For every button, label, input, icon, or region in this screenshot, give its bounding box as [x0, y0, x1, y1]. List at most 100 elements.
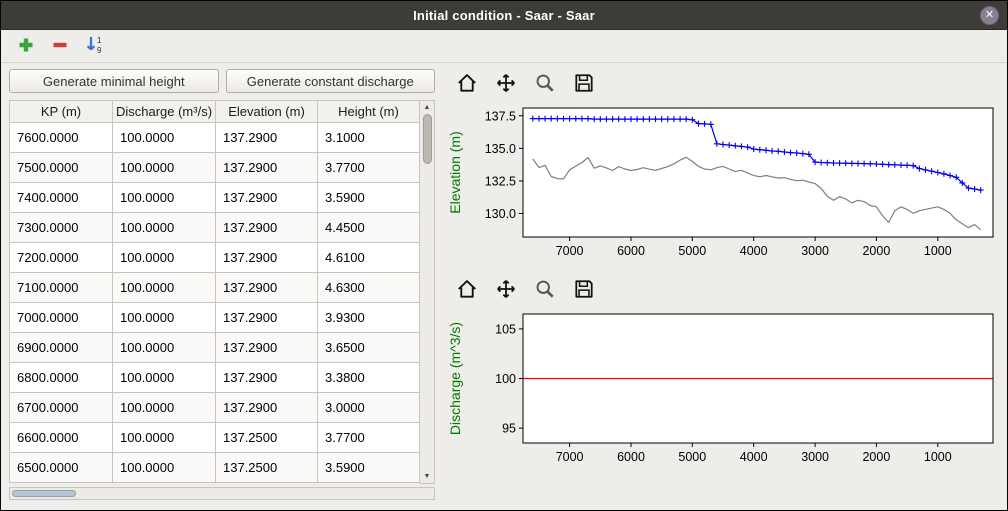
table-cell[interactable]: 3.7700	[318, 153, 420, 183]
table-cell[interactable]: 7300.0000	[10, 213, 113, 243]
generate-constant-discharge-button[interactable]: Generate constant discharge	[226, 69, 436, 93]
table-row[interactable]: 6700.0000100.0000137.29003.0000	[10, 393, 420, 423]
remove-row-button[interactable]	[47, 33, 73, 59]
table-cell[interactable]: 6800.0000	[10, 363, 113, 393]
table-cell[interactable]: 137.2500	[216, 453, 318, 483]
table-cell[interactable]: 3.7700	[318, 423, 420, 453]
table-cell[interactable]: 100.0000	[113, 183, 216, 213]
table-cell[interactable]: 3.5900	[318, 183, 420, 213]
table-cell[interactable]: 6500.0000	[10, 453, 113, 483]
table-cell[interactable]: 137.2900	[216, 243, 318, 273]
table-cell[interactable]: 7200.0000	[10, 243, 113, 273]
table-cell[interactable]: 6600.0000	[10, 423, 113, 453]
table-row[interactable]: 6600.0000100.0000137.25003.7700	[10, 423, 420, 453]
table-row[interactable]: 7300.0000100.0000137.29004.4500	[10, 213, 420, 243]
table-cell[interactable]: 100.0000	[113, 123, 216, 153]
table-cell[interactable]: 3.6500	[318, 333, 420, 363]
home-icon	[456, 72, 478, 97]
table-cell[interactable]: 3.5900	[318, 453, 420, 483]
close-button[interactable]: ✕	[980, 6, 999, 25]
discharge-pan-button[interactable]	[494, 278, 518, 302]
table-cell[interactable]: 137.2900	[216, 363, 318, 393]
table-cell[interactable]: 6900.0000	[10, 333, 113, 363]
table-cell[interactable]: 4.4500	[318, 213, 420, 243]
discharge-save-button[interactable]	[572, 278, 596, 302]
table-cell[interactable]: 137.2900	[216, 123, 318, 153]
table-row[interactable]: 7100.0000100.0000137.29004.6300	[10, 273, 420, 303]
table-cell[interactable]: 100.0000	[113, 333, 216, 363]
table-cell[interactable]: 100.0000	[113, 243, 216, 273]
table-row[interactable]: 7600.0000100.0000137.29003.1000	[10, 123, 420, 153]
horizontal-scrollbar[interactable]	[9, 487, 435, 500]
table-cell[interactable]: 137.2900	[216, 213, 318, 243]
table-cell[interactable]: 7000.0000	[10, 303, 113, 333]
scroll-down-icon[interactable]: ▼	[420, 470, 434, 483]
elevation-zoom-button[interactable]	[533, 72, 557, 96]
table-row[interactable]: 7000.0000100.0000137.29003.9300	[10, 303, 420, 333]
table-cell[interactable]: 100.0000	[113, 303, 216, 333]
table-row[interactable]: 6800.0000100.0000137.29003.3800	[10, 363, 420, 393]
sort-rows-button[interactable]: 1 9	[81, 33, 107, 59]
svg-text:9: 9	[97, 46, 102, 55]
table-cell[interactable]: 7100.0000	[10, 273, 113, 303]
table-cell[interactable]: 6700.0000	[10, 393, 113, 423]
table-cell[interactable]: 3.0000	[318, 393, 420, 423]
table-row[interactable]: 7500.0000100.0000137.29003.7700	[10, 153, 420, 183]
elevation-save-button[interactable]	[572, 72, 596, 96]
table-cell[interactable]: 100.0000	[113, 393, 216, 423]
table-cell[interactable]: 3.1000	[318, 123, 420, 153]
generate-minimal-height-button[interactable]: Generate minimal height	[9, 69, 219, 93]
table-cell[interactable]: 100.0000	[113, 273, 216, 303]
save-icon	[573, 278, 595, 303]
table-header-row: KP (m)Discharge (m³/s)Elevation (m)Heigh…	[10, 101, 420, 123]
pan-icon	[495, 278, 517, 303]
scroll-up-icon[interactable]: ▲	[420, 101, 434, 114]
column-header[interactable]: Elevation (m)	[216, 101, 318, 123]
remove-row-icon	[50, 35, 70, 58]
vertical-scrollbar-thumb[interactable]	[423, 114, 432, 164]
elevation-pan-button[interactable]	[494, 72, 518, 96]
table-cell[interactable]: 100.0000	[113, 453, 216, 483]
column-header[interactable]: KP (m)	[10, 101, 113, 123]
elevation-home-button[interactable]	[455, 72, 479, 96]
table-row[interactable]: 6500.0000100.0000137.25003.5900	[10, 453, 420, 483]
titlebar[interactable]: Initial condition - Saar - Saar ✕	[1, 1, 1007, 30]
table-cell[interactable]: 137.2900	[216, 273, 318, 303]
table-cell[interactable]: 7500.0000	[10, 153, 113, 183]
table-cell[interactable]: 137.2900	[216, 333, 318, 363]
table-cell[interactable]: 3.9300	[318, 303, 420, 333]
table-cell[interactable]: 100.0000	[113, 363, 216, 393]
vertical-scrollbar[interactable]: ▲ ▼	[420, 100, 435, 484]
horizontal-scrollbar-thumb[interactable]	[12, 490, 76, 497]
discharge-chart[interactable]: 700060005000400030002000100095100105Disc…	[445, 307, 1001, 479]
table-cell[interactable]: 137.2900	[216, 393, 318, 423]
table-cell[interactable]: 4.6300	[318, 273, 420, 303]
table-cell[interactable]: 3.3800	[318, 363, 420, 393]
table-row[interactable]: 6900.0000100.0000137.29003.6500	[10, 333, 420, 363]
table-cell[interactable]: 4.6100	[318, 243, 420, 273]
sort-rows-icon: 1 9	[83, 34, 105, 59]
table-cell[interactable]: 137.2900	[216, 183, 318, 213]
x-tick-label: 3000	[801, 244, 829, 258]
table-cell[interactable]: 100.0000	[113, 423, 216, 453]
table-row[interactable]: 7400.0000100.0000137.29003.5900	[10, 183, 420, 213]
right-panel: 7000600050004000300020001000130.0132.513…	[441, 69, 999, 506]
y-tick-label: 95	[502, 422, 516, 436]
column-header[interactable]: Discharge (m³/s)	[113, 101, 216, 123]
table-cell[interactable]: 7600.0000	[10, 123, 113, 153]
table-cell[interactable]: 100.0000	[113, 153, 216, 183]
table-cell[interactable]: 137.2900	[216, 303, 318, 333]
x-tick-label: 2000	[862, 450, 890, 464]
table-cell[interactable]: 137.2500	[216, 423, 318, 453]
table-cell[interactable]: 137.2900	[216, 153, 318, 183]
discharge-zoom-button[interactable]	[533, 278, 557, 302]
table-row[interactable]: 7200.0000100.0000137.29004.6100	[10, 243, 420, 273]
table-cell[interactable]: 7400.0000	[10, 183, 113, 213]
elevation-chart[interactable]: 7000600050004000300020001000130.0132.513…	[445, 101, 1001, 273]
add-row-button[interactable]	[13, 33, 39, 59]
x-tick-label: 1000	[924, 450, 952, 464]
column-header[interactable]: Height (m)	[318, 101, 420, 123]
discharge-home-button[interactable]	[455, 278, 479, 302]
x-tick-label: 6000	[617, 244, 645, 258]
table-cell[interactable]: 100.0000	[113, 213, 216, 243]
